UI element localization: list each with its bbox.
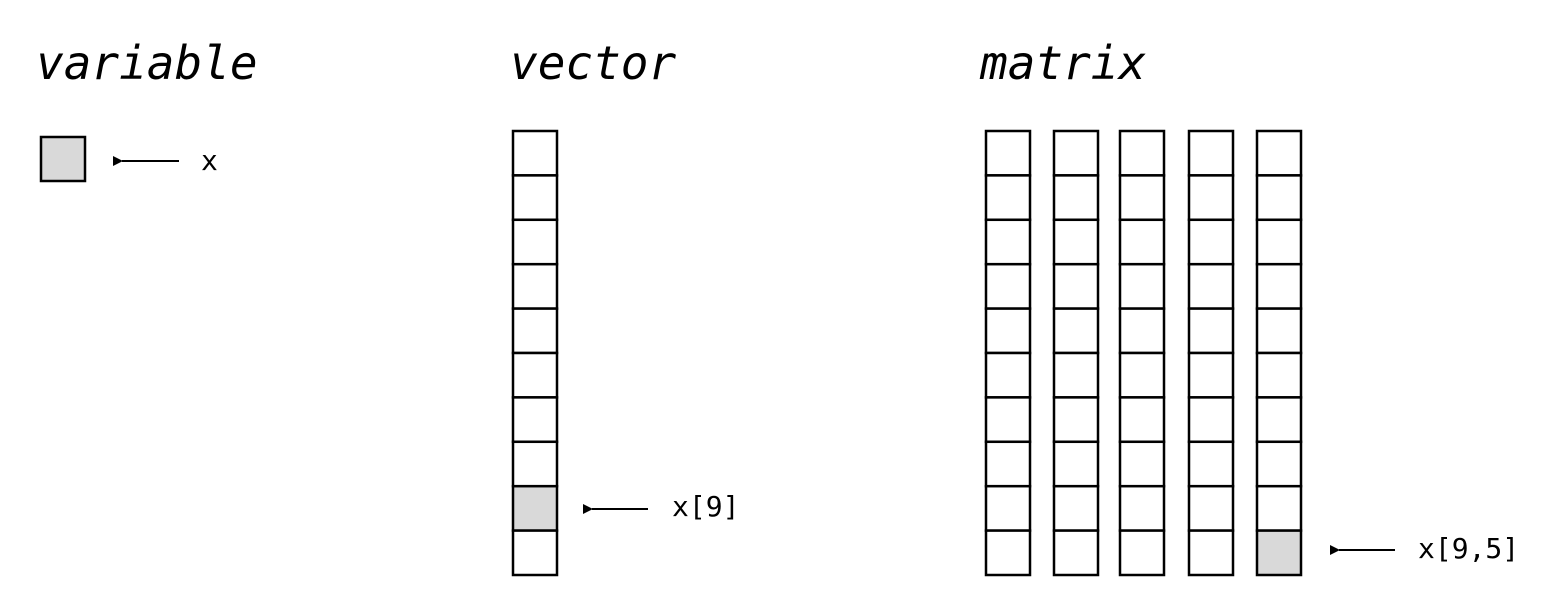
variable-cell — [39, 135, 87, 183]
vector-cell — [511, 351, 559, 399]
matrix-cell — [1255, 218, 1303, 266]
matrix-cell — [1255, 440, 1303, 488]
matrix-cell — [984, 174, 1032, 222]
vector-cell — [511, 262, 559, 310]
matrix-cell — [1118, 484, 1166, 532]
matrix-cell — [1255, 129, 1303, 177]
matrix-cell — [1052, 396, 1100, 444]
matrix-cell — [984, 129, 1032, 177]
matrix-cell — [1187, 307, 1235, 355]
matrix-cell — [1187, 174, 1235, 222]
matrix-cell — [1118, 351, 1166, 399]
vector-element-label: x[9] — [672, 490, 740, 523]
matrix-cell — [1118, 396, 1166, 444]
matrix-cell — [984, 218, 1032, 266]
matrix-cell — [1052, 440, 1100, 488]
vector-cell — [511, 440, 559, 488]
matrix-cell — [984, 262, 1032, 310]
variable-group — [39, 135, 87, 183]
matrix-cell — [1255, 174, 1303, 222]
vector-group — [511, 129, 559, 577]
matrix-cell — [1187, 218, 1235, 266]
matrix-cell — [1255, 484, 1303, 532]
matrix-cell — [1187, 440, 1235, 488]
vector-cell — [511, 129, 559, 177]
matrix-cell — [1118, 218, 1166, 266]
matrix-cell — [1187, 351, 1235, 399]
matrix-cell — [984, 396, 1032, 444]
vector-cell — [511, 396, 559, 444]
matrix-cell — [1187, 484, 1235, 532]
variable-pointer-label: x — [201, 144, 218, 177]
matrix-cell — [1118, 440, 1166, 488]
matrix-cell — [1255, 351, 1303, 399]
array-diagram — [39, 129, 1395, 577]
matrix-cell — [984, 440, 1032, 488]
matrix-cell — [1187, 396, 1235, 444]
matrix-cell — [1187, 262, 1235, 310]
matrix-element-label: x[9,5] — [1418, 532, 1520, 565]
matrix-cell — [1052, 307, 1100, 355]
vector-cell — [511, 307, 559, 355]
matrix-cell — [1118, 129, 1166, 177]
matrix-cell — [984, 529, 1032, 577]
vector-cell — [511, 174, 559, 222]
matrix-cell — [1118, 174, 1166, 222]
matrix-cell — [984, 351, 1032, 399]
matrix-cell — [1052, 262, 1100, 310]
vector-cell — [511, 218, 559, 266]
vector-cell — [511, 529, 559, 577]
matrix-cell — [984, 307, 1032, 355]
matrix-cell — [1118, 262, 1166, 310]
matrix-cell — [1052, 218, 1100, 266]
matrix-cell — [1187, 529, 1235, 577]
matrix-cell — [1255, 396, 1303, 444]
matrix-cell — [1052, 484, 1100, 532]
matrix-cell — [1187, 129, 1235, 177]
matrix-cell — [1255, 307, 1303, 355]
matrix-cell — [1052, 529, 1100, 577]
matrix-cell — [1052, 174, 1100, 222]
matrix-cell — [1052, 351, 1100, 399]
vector-cell-highlighted — [511, 484, 559, 532]
matrix-cell — [1118, 529, 1166, 577]
matrix-cell — [1118, 307, 1166, 355]
matrix-cell — [1052, 129, 1100, 177]
matrix-cell-highlighted — [1255, 529, 1303, 577]
matrix-cell — [1255, 262, 1303, 310]
matrix-cell — [984, 484, 1032, 532]
matrix-group — [984, 129, 1303, 577]
